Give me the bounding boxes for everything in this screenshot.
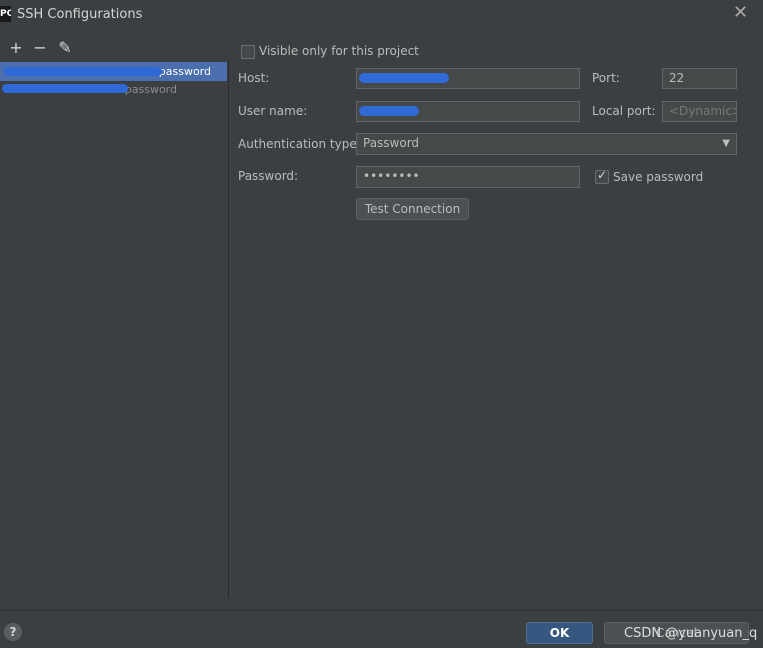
config-item-2[interactable]: password [0,80,227,99]
config-item-1[interactable]: password [0,62,227,81]
port-field[interactable]: 22 [662,68,737,89]
window-title: SSH Configurations [17,7,143,22]
pycharm-app-icon: PC [0,6,11,22]
redaction-scribble [2,84,128,93]
password-field[interactable]: •••••••• [356,166,580,188]
csdn-watermark: CSDN @yuanyuan_q [624,626,758,641]
title-bar: PC SSH Configurations ✕ [0,0,763,30]
redaction-scribble [359,73,449,83]
redaction-scribble [359,106,419,116]
password-label: Password: [238,169,299,183]
username-label: User name: [238,104,308,118]
ok-button[interactable]: OK [526,622,593,644]
config-item-2-label: password [124,83,177,96]
visible-only-checkbox[interactable] [241,45,255,59]
auth-type-label: Authentication type: [238,137,361,151]
footer-divider [0,610,763,611]
config-item-1-label: password [158,65,211,78]
username-field[interactable] [356,101,580,122]
add-icon[interactable]: + [9,40,23,56]
save-password-checkbox[interactable]: ✓ [595,168,609,184]
help-icon[interactable]: ? [4,623,22,641]
port-label: Port: [592,71,620,85]
test-connection-button[interactable]: Test Connection [356,198,469,220]
auth-type-dropdown[interactable]: Password ▼ [356,133,737,155]
remove-icon[interactable]: − [33,40,47,56]
ssh-config-list: password password [0,60,228,600]
redaction-scribble [4,67,162,76]
panel-divider [228,60,229,598]
edit-icon[interactable]: ✎ [58,40,72,56]
chevron-down-icon: ▼ [722,138,730,149]
local-port-field[interactable]: <Dynamic> [662,101,737,122]
visible-only-label: Visible only for this project [259,44,419,58]
checkmark-icon: ✓ [597,168,608,182]
save-password-label: Save password [613,170,704,184]
host-field[interactable] [356,68,580,89]
local-port-label: Local port: [592,104,656,118]
host-label: Host: [238,71,270,85]
close-icon[interactable]: ✕ [733,4,749,22]
